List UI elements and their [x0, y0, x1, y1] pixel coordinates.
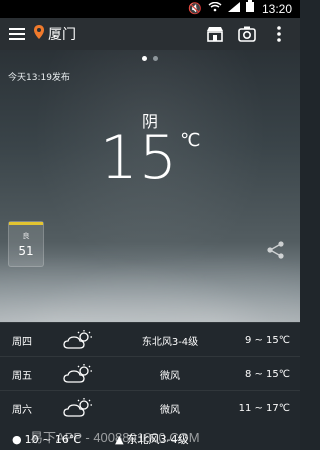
app-bar: 厦门 — [0, 18, 300, 50]
forecast-wind: 微风 — [160, 404, 180, 416]
air-quality-card[interactable]: 良 51 — [8, 221, 44, 267]
mute-icon: 🔇 — [188, 2, 202, 15]
camera-icon — [238, 26, 256, 42]
forecast-day: 周六 — [12, 404, 32, 416]
share-icon — [267, 241, 284, 259]
forecast-row[interactable]: 周四 东北风3-4级 9 ~ 15℃ — [0, 322, 300, 357]
publish-time: 今天13:19发布 — [8, 73, 70, 83]
city-selector[interactable]: 厦门 — [34, 24, 76, 44]
location-pin-icon — [34, 25, 44, 43]
forecast-range: 11 ~ 17℃ — [238, 402, 290, 414]
signal-icon — [227, 0, 240, 18]
dot-icon: ● — [12, 432, 22, 446]
city-name: 厦门 — [48, 27, 76, 43]
aqi-label: 良 — [22, 232, 30, 240]
partly-cloudy-icon — [62, 330, 104, 350]
share-button[interactable] — [266, 240, 286, 260]
wifi-icon — [208, 0, 222, 18]
partly-cloudy-icon — [62, 398, 104, 418]
background-mist — [0, 242, 300, 322]
store-icon — [207, 27, 223, 42]
forecast-wind: 微风 — [160, 370, 180, 382]
page-dot-2 — [153, 56, 158, 61]
current-weather-panel[interactable]: 今天13:19发布 阴 15 ℃ 良 51 — [0, 50, 300, 322]
more-options-button[interactable] — [270, 25, 288, 43]
hamburger-icon — [9, 28, 25, 40]
battery-icon — [245, 0, 254, 18]
page-indicator — [0, 56, 300, 61]
watermark: 易下APP - 4008891800.COM — [30, 430, 200, 445]
temperature-unit: ℃ — [180, 130, 201, 151]
forecast-row[interactable]: 周五 微风 8 ~ 15℃ — [0, 356, 300, 391]
aqi-color-bar — [9, 222, 43, 225]
store-button[interactable] — [206, 25, 224, 43]
menu-button[interactable] — [0, 18, 34, 50]
forecast-range: 9 ~ 15℃ — [244, 334, 290, 346]
forecast-wind: 东北风3-4级 — [141, 336, 199, 348]
temperature-display: 15 ℃ — [0, 128, 300, 188]
forecast-list: 周四 东北风3-4级 9 ~ 15℃ 周五 微风 8 ~ 15℃ 周六 微风 1… — [0, 322, 300, 450]
page-dot-1 — [142, 56, 147, 61]
forecast-row[interactable]: 周六 微风 11 ~ 17℃ — [0, 390, 300, 425]
status-bar: 🔇 13:20 — [0, 0, 300, 18]
camera-button[interactable] — [238, 25, 256, 43]
forecast-day: 周五 — [12, 370, 32, 382]
forecast-day: 周四 — [12, 336, 32, 348]
partly-cloudy-icon — [62, 364, 104, 384]
aqi-value: 51 — [18, 244, 34, 258]
forecast-range: 8 ~ 15℃ — [244, 368, 290, 380]
more-vertical-icon — [277, 26, 281, 42]
current-temperature: 15 — [99, 123, 179, 193]
status-time: 13:20 — [261, 2, 292, 16]
